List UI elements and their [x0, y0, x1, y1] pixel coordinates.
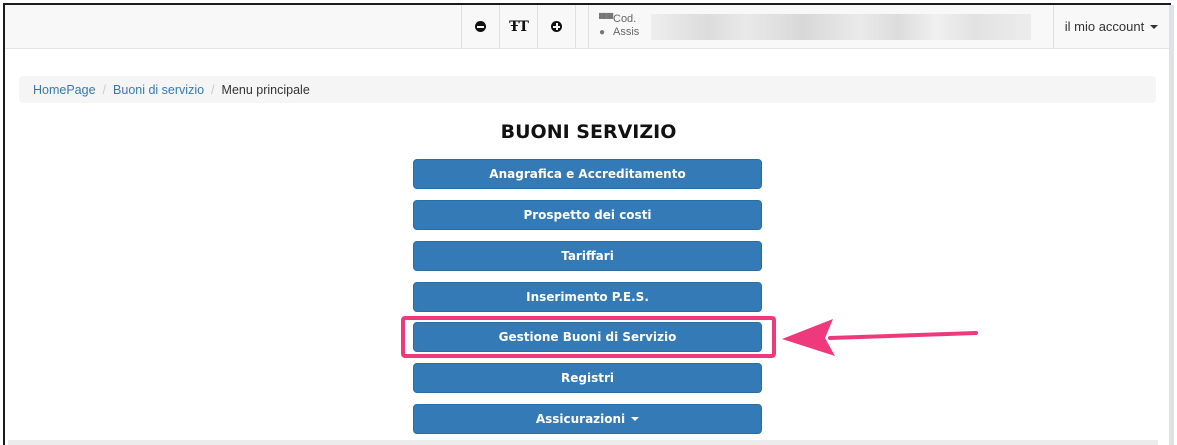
user-code-line: ▀▀Cod.: [599, 13, 636, 25]
divider: [575, 5, 588, 48]
breadcrumb-separator: /: [211, 82, 215, 97]
user-name-line: ● Assis: [599, 26, 639, 38]
user-info: ▀▀Cod. ● Assis: [588, 5, 1058, 48]
user-icon: ●: [599, 27, 606, 38]
menu-button-inserimento-pes[interactable]: Inserimento P.E.S.: [413, 282, 762, 312]
menu-button-tariffari[interactable]: Tariffari: [413, 241, 762, 271]
text-height-icon: ŦT: [509, 18, 529, 35]
menu-button-registri[interactable]: Registri: [413, 363, 762, 393]
menu-button-label: Anagrafica e Accreditamento: [489, 167, 686, 181]
redacted-area: [651, 14, 1031, 40]
highlight-box: [401, 316, 776, 358]
breadcrumb-section[interactable]: Buoni di servizio: [113, 83, 204, 97]
breadcrumb-home[interactable]: HomePage: [33, 83, 96, 97]
menu-button-prospetto-costi[interactable]: Prospetto dei costi: [413, 200, 762, 230]
account-label: il mio account: [1064, 19, 1145, 34]
menu-button-label: Prospetto dei costi: [523, 208, 652, 222]
zoom-in-button[interactable]: [537, 5, 575, 48]
font-size-button[interactable]: ŦT: [499, 5, 537, 48]
menu-button-label: Tariffari: [561, 249, 614, 263]
minus-circle-icon: [475, 21, 486, 32]
user-code-label: Cod.: [613, 13, 637, 25]
menu-button-assicurazioni[interactable]: Assicurazioni: [413, 404, 762, 434]
account-menu[interactable]: il mio account: [1053, 5, 1169, 48]
breadcrumb: HomePage / Buoni di servizio / Menu prin…: [19, 76, 1156, 103]
footer-bar: [8, 440, 1158, 445]
top-navbar: ŦT ▀▀Cod. ● Assis il mio account: [5, 5, 1169, 49]
user-name-label: Assis: [613, 26, 640, 38]
building-icon: ▀▀: [599, 14, 614, 25]
breadcrumb-current: Menu principale: [221, 82, 310, 97]
page-title: BUONI SERVIZIO: [500, 121, 677, 143]
menu-button-label: Inserimento P.E.S.: [526, 290, 649, 304]
scrollbar-track[interactable]: [1169, 5, 1174, 445]
menu-button-label: Registri: [561, 371, 614, 385]
menu-button-label: Assicurazioni: [535, 412, 626, 426]
pointer-arrow-icon: [782, 319, 978, 356]
chevron-down-icon: [631, 417, 640, 421]
zoom-out-button[interactable]: [461, 5, 499, 48]
plus-circle-icon: [551, 21, 562, 32]
menu-button-anagrafica[interactable]: Anagrafica e Accreditamento: [413, 159, 762, 189]
chevron-down-icon: [1150, 24, 1159, 29]
breadcrumb-separator: /: [102, 82, 107, 97]
